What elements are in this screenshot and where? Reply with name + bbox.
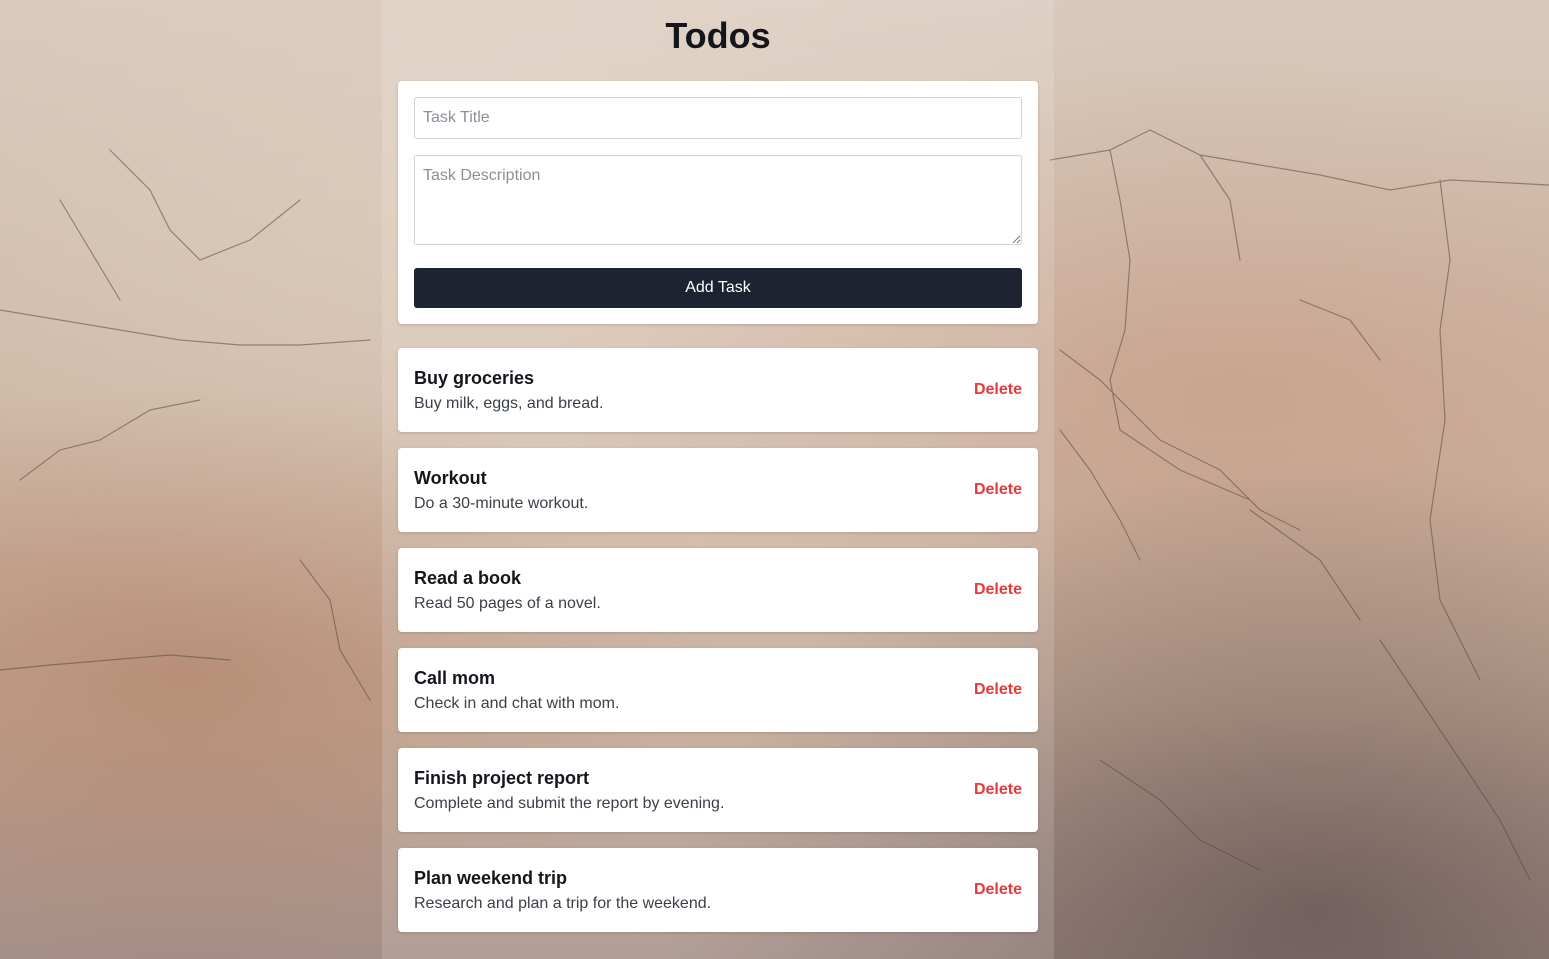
add-task-button[interactable]: Add Task [414, 268, 1022, 308]
task-description: Read 50 pages of a novel. [414, 595, 601, 612]
task-title: Finish project report [414, 768, 590, 788]
page-title: Todos [665, 15, 771, 56]
delete-task-button[interactable]: Delete [974, 880, 1022, 900]
task-description: Check in and chat with mom. [414, 695, 620, 712]
task-card: Finish project report Complete and submi… [398, 748, 1038, 832]
task-description-input[interactable] [414, 155, 1022, 245]
task-card: Read a book Read 50 pages of a novel. De… [398, 548, 1038, 632]
task-title: Buy groceries [414, 368, 535, 388]
task-title: Read a book [414, 568, 522, 588]
task-title: Call mom [414, 668, 496, 688]
new-task-form: Add Task [398, 81, 1038, 324]
task-card: Buy groceries Buy milk, eggs, and bread.… [398, 348, 1038, 432]
task-card: Plan weekend trip Research and plan a tr… [398, 848, 1038, 932]
task-title: Plan weekend trip [414, 868, 568, 888]
delete-task-button[interactable]: Delete [974, 480, 1022, 500]
task-title: Workout [414, 468, 487, 488]
delete-task-button[interactable]: Delete [974, 580, 1022, 600]
task-description: Do a 30-minute workout. [414, 495, 589, 512]
delete-task-button[interactable]: Delete [974, 680, 1022, 700]
delete-task-button[interactable]: Delete [974, 380, 1022, 400]
task-list: Buy groceries Buy milk, eggs, and bread.… [398, 348, 1038, 948]
task-description: Complete and submit the report by evenin… [414, 795, 725, 812]
delete-task-button[interactable]: Delete [974, 780, 1022, 800]
task-description: Buy milk, eggs, and bread. [414, 395, 604, 412]
task-description: Research and plan a trip for the weekend… [414, 895, 712, 912]
task-card: Workout Do a 30-minute workout. Delete [398, 448, 1038, 532]
task-card: Call mom Check in and chat with mom. Del… [398, 648, 1038, 732]
task-title-input[interactable] [414, 97, 1022, 139]
